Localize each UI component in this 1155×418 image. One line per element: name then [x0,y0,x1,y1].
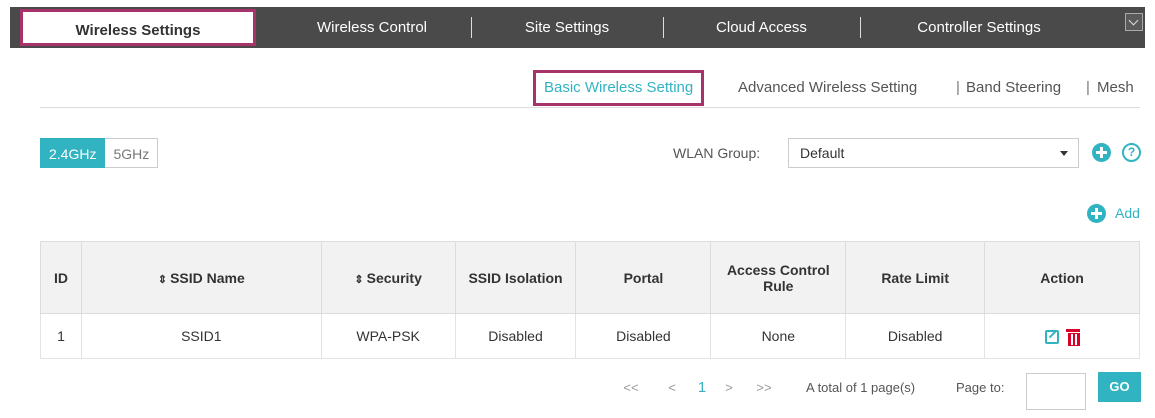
tab-wireless-settings[interactable]: Wireless Settings [20,9,256,46]
first-page-button[interactable]: << [619,373,643,403]
current-page[interactable]: 1 [695,373,709,403]
tab-site-settings[interactable]: Site Settings [472,7,662,48]
col-ssid-isolation: SSID Isolation [454,241,577,314]
go-button[interactable]: GO [1098,372,1141,402]
prev-page-button[interactable]: < [665,373,679,403]
cell-ssid-isolation: Disabled [454,313,577,359]
sort-icon: ⇕ [157,273,168,286]
page-to-label: Page to: [956,380,1005,395]
col-rate-limit: Rate Limit [845,241,986,314]
add-wlan-group-icon[interactable] [1092,143,1111,162]
divider [40,107,1140,108]
cell-security: WPA-PSK [320,313,456,359]
chevron-down-icon[interactable] [1125,13,1143,31]
cell-portal: Disabled [575,313,712,359]
tab-wireless-control[interactable]: Wireless Control [272,7,472,48]
table-header-row: ID ⇕ SSID Name ⇕ Security SSID Isolation P… [40,241,1140,314]
col-ssid-name[interactable]: ⇕ SSID Name [80,241,322,314]
cell-action [984,313,1140,359]
add-ssid-icon[interactable] [1087,204,1106,223]
delete-icon[interactable] [1066,329,1081,347]
add-ssid-button[interactable]: Add [1115,205,1140,221]
pagination: << < 1 > >> A total of 1 page(s) Page to… [0,373,1155,403]
subtab-mesh[interactable]: Mesh [1097,70,1134,106]
next-page-button[interactable]: > [722,373,736,403]
subnav-divider: | [1086,79,1090,96]
cell-rate-limit: Disabled [845,313,986,359]
page-number-input[interactable] [1026,373,1086,410]
wlan-group-label: WLAN Group: [673,145,761,161]
cell-ssid-name: SSID1 [80,313,322,359]
col-id: ID [40,241,82,314]
ssid-table: ID ⇕ SSID Name ⇕ Security SSID Isolation P… [40,241,1140,359]
band-5ghz-button[interactable]: 5GHz [105,138,159,168]
subtab-basic-wireless-setting[interactable]: Basic Wireless Setting [533,70,705,106]
edit-icon[interactable] [1045,329,1060,344]
page-total-text: A total of 1 page(s) [806,380,916,395]
col-portal: Portal [575,241,712,314]
top-nav: Wireless Settings Wireless Control Site … [10,7,1145,48]
subnav-divider: | [956,79,960,96]
tab-cloud-access[interactable]: Cloud Access [664,7,859,48]
cell-id: 1 [40,313,82,359]
caret-down-icon [1060,151,1068,156]
wlan-group-select[interactable]: Default [788,138,1079,168]
last-page-button[interactable]: >> [752,373,776,403]
help-icon[interactable]: ? [1122,143,1141,162]
table-row: 1 SSID1 WPA-PSK Disabled Disabled None D… [40,313,1140,359]
cell-access-control-rule: None [710,313,847,359]
col-action: Action [984,241,1140,314]
band-toggle: 2.4GHz 5GHz [40,138,159,168]
col-access-control-rule: Access Control Rule [710,241,847,314]
subtab-band-steering[interactable]: Band Steering [966,70,1061,106]
sort-icon: ⇕ [354,273,364,286]
wlan-group-value: Default [800,145,845,161]
subtab-advanced-wireless-setting[interactable]: Advanced Wireless Setting [738,70,917,106]
band-2-4ghz-button[interactable]: 2.4GHz [40,138,106,168]
col-security[interactable]: ⇕ Security [320,241,456,314]
tab-controller-settings[interactable]: Controller Settings [861,7,1097,48]
